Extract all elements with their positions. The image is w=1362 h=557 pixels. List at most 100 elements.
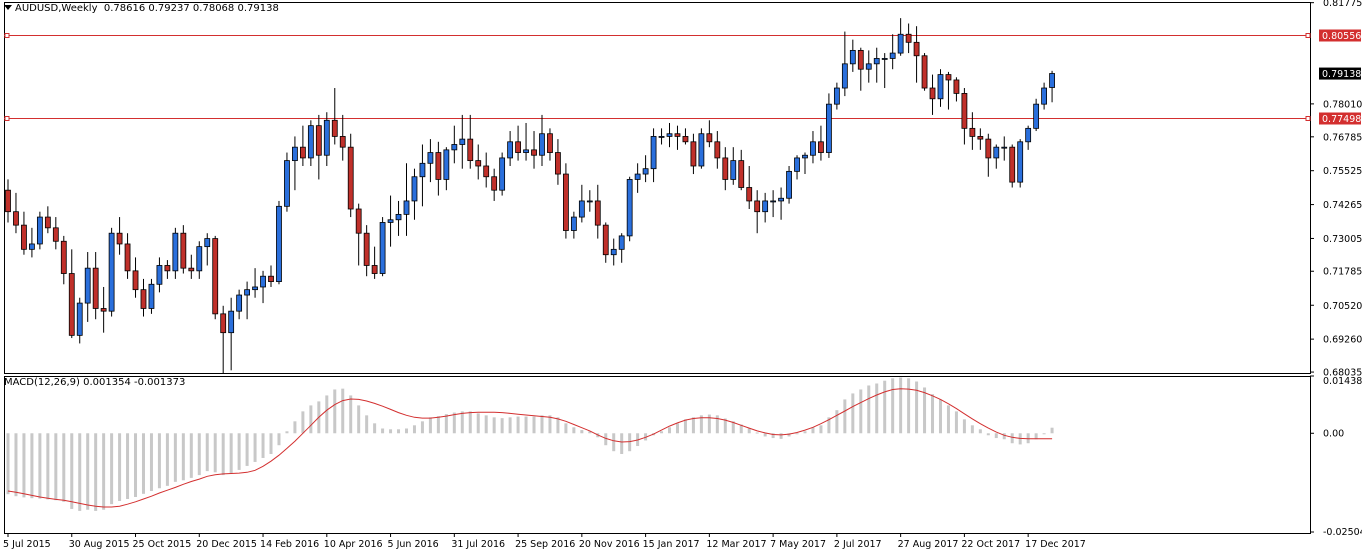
candle-body xyxy=(276,205,282,282)
candle-body xyxy=(985,138,992,159)
macd-bar xyxy=(1050,427,1054,434)
time-tick-label: 25 Oct 2015 xyxy=(133,539,192,550)
macd-bar xyxy=(436,416,440,434)
candle-body xyxy=(156,265,163,285)
macd-bar xyxy=(381,428,385,434)
candle-body xyxy=(347,146,354,210)
macd-bar xyxy=(843,399,847,434)
time-tick-label: 31 Jul 2016 xyxy=(451,539,505,550)
macd-bar xyxy=(986,433,990,436)
macd-bar xyxy=(931,394,935,434)
candle-body xyxy=(1025,127,1032,143)
candle-body xyxy=(602,224,609,256)
macd-bar xyxy=(229,433,233,474)
chart-root: 0.81775 0.78010 0.76785 0.75525 0.74265 0.730… xyxy=(0,0,1362,554)
macd-bar xyxy=(213,433,217,473)
candle-body xyxy=(435,152,442,180)
candle-body xyxy=(92,267,99,309)
macd-bar xyxy=(397,429,401,434)
time-tick-label: 12 Mar 2017 xyxy=(706,539,766,550)
candle-body xyxy=(140,289,147,309)
macd-bar xyxy=(285,431,289,434)
macd-bar xyxy=(102,433,106,510)
candle-body xyxy=(467,138,474,162)
macd-bar xyxy=(867,385,871,434)
candle-body xyxy=(116,232,123,245)
macd-bar xyxy=(181,433,185,481)
time-tick-label: 15 Jan 2017 xyxy=(643,539,700,550)
macd-bar xyxy=(683,419,687,434)
candle-body xyxy=(993,146,1000,159)
macd-bar xyxy=(660,431,664,434)
candle-body xyxy=(897,33,904,54)
chart-header: AUDUSD,Weekly 0.78616 0.79237 0.78068 0.… xyxy=(4,3,279,14)
candle-body xyxy=(483,165,490,178)
macd-bar xyxy=(444,414,448,434)
candle-body xyxy=(754,200,761,213)
macd-bar xyxy=(389,429,393,434)
candle-body xyxy=(100,308,107,312)
candle xyxy=(786,165,792,204)
candle-body xyxy=(945,74,952,81)
candle-body xyxy=(387,219,394,223)
candle-body xyxy=(180,232,187,269)
macd-bar xyxy=(460,411,464,434)
macd-bar xyxy=(373,423,377,434)
candle-body xyxy=(746,187,753,202)
candle-body xyxy=(60,240,67,274)
candle xyxy=(921,53,928,91)
macd-bar xyxy=(197,433,201,476)
macd-bar xyxy=(277,433,281,446)
macd-bar xyxy=(572,427,576,434)
candle-body xyxy=(714,141,721,159)
macd-bar xyxy=(428,417,432,434)
candle-body xyxy=(961,93,968,129)
candle-body xyxy=(268,275,274,282)
macd-bar xyxy=(994,433,998,439)
macd-bar xyxy=(62,433,66,502)
macd-tick-label: 0.014384 xyxy=(1323,376,1362,387)
macd-bar xyxy=(763,433,767,437)
candle-body xyxy=(36,216,43,245)
macd-bar xyxy=(1002,433,1006,440)
candle-body xyxy=(252,286,258,291)
candle-body xyxy=(491,176,498,191)
chevron-down-icon[interactable] xyxy=(4,4,12,10)
macd-bar xyxy=(333,389,337,434)
candle-body xyxy=(610,248,617,256)
macd-bar xyxy=(628,433,632,452)
macd-bar xyxy=(420,421,424,434)
candle-body xyxy=(451,144,458,151)
macd-bar xyxy=(30,433,34,499)
candle-body xyxy=(204,238,211,248)
time-tick-label: 30 Aug 2015 xyxy=(69,539,130,550)
candle-body xyxy=(794,157,800,172)
candle-body xyxy=(228,310,235,334)
macd-bar xyxy=(564,423,568,434)
candle-body xyxy=(674,133,681,137)
candle-body xyxy=(212,238,219,315)
candle-body xyxy=(969,127,976,137)
macd-bar xyxy=(484,415,488,434)
candle-body xyxy=(913,41,920,57)
candle-body xyxy=(307,125,314,159)
macd-bar xyxy=(476,413,480,434)
macd-bar xyxy=(205,433,209,472)
candle-body xyxy=(13,211,19,226)
candle-body xyxy=(849,49,856,65)
macd-bar xyxy=(755,432,759,434)
macd-bar xyxy=(923,387,927,434)
chart-svg[interactable]: 0.81775 0.78010 0.76785 0.75525 0.74265 0.730… xyxy=(0,0,1362,554)
macd-bar xyxy=(675,423,679,434)
candle-body xyxy=(52,227,59,242)
macd-bar xyxy=(803,431,807,434)
candle-body xyxy=(220,313,227,334)
macd-bar xyxy=(261,433,265,458)
candle-body xyxy=(1049,73,1055,88)
candle-body xyxy=(148,283,155,309)
candle-body xyxy=(21,224,27,250)
time-tick-label: 17 Dec 2017 xyxy=(1025,539,1086,550)
macd-bar xyxy=(237,433,241,470)
candle-body xyxy=(818,141,824,153)
candle-body xyxy=(419,162,426,178)
